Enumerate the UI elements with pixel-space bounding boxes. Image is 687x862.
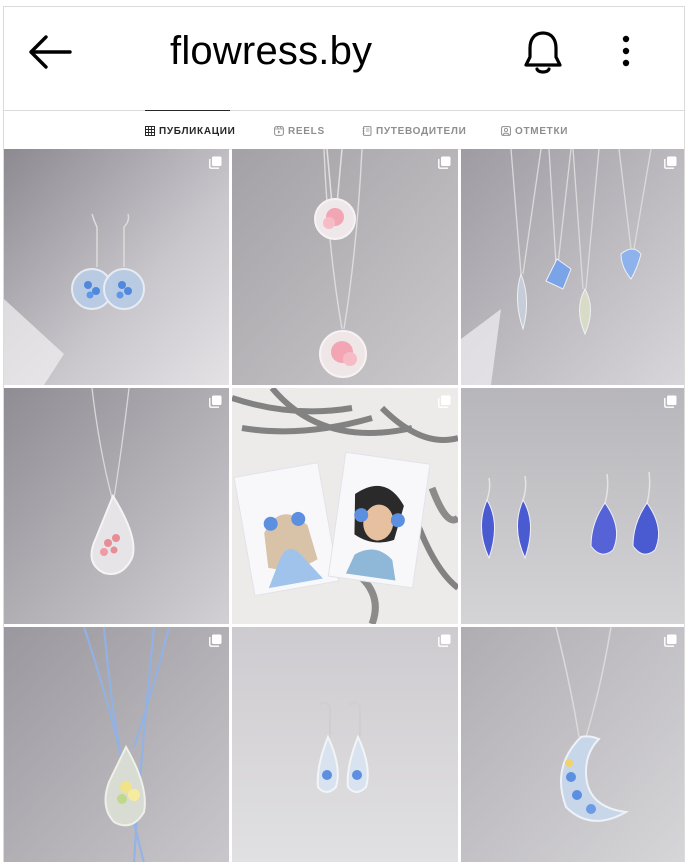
multi-photo-icon [438,395,451,408]
tab-reels[interactable]: REELS [274,123,325,139]
post-photo [4,149,229,385]
tab-label: ОТМЕТКИ [515,125,569,137]
post-photo [232,388,458,624]
post-photo [232,627,458,862]
multi-photo-icon [664,395,677,408]
profile-username: flowress.by [170,29,373,73]
tagged-icon [501,126,511,136]
post-photo [232,149,458,385]
back-button[interactable] [26,33,74,71]
grid-icon [145,126,155,136]
reels-icon [274,126,284,136]
multi-photo-icon [209,634,222,647]
profile-header: flowress.by [4,7,684,111]
post-photo [4,388,229,624]
more-vertical-icon [622,35,630,67]
multi-photo-icon [664,634,677,647]
more-options-button[interactable] [616,33,636,73]
multi-photo-icon [438,634,451,647]
guides-icon [362,126,372,136]
bell-icon [524,31,562,74]
post-tile[interactable] [232,388,458,624]
post-photo [461,388,684,624]
profile-screen: flowress.by ПУБЛИКАЦИИ REELS ПУТЕВОДИТЕЛ… [3,6,685,862]
multi-photo-icon [209,156,222,169]
arrow-left-icon [29,35,72,69]
tab-label: ПУБЛИКАЦИИ [159,125,236,137]
post-photo [461,627,684,862]
multi-photo-icon [664,156,677,169]
profile-tabs: ПУБЛИКАЦИИ REELS ПУТЕВОДИТЕЛИ ОТМЕТКИ [4,110,684,150]
post-tile[interactable] [461,627,684,862]
post-tile[interactable] [232,149,458,385]
post-tile[interactable] [4,388,229,624]
posts-grid [4,149,684,862]
post-photo [461,149,684,385]
post-tile[interactable] [461,149,684,385]
tab-label: ПУТЕВОДИТЕЛИ [376,125,467,137]
tab-guides[interactable]: ПУТЕВОДИТЕЛИ [362,123,467,139]
tab-tagged[interactable]: ОТМЕТКИ [501,123,568,139]
multi-photo-icon [209,395,222,408]
active-tab-indicator [145,110,230,111]
multi-photo-icon [438,156,451,169]
post-photo [4,627,229,862]
tab-publications[interactable]: ПУБЛИКАЦИИ [145,123,236,139]
tab-label: REELS [288,125,325,137]
notifications-button[interactable] [521,27,565,77]
post-tile[interactable] [4,149,229,385]
post-tile[interactable] [232,627,458,862]
post-tile[interactable] [4,627,229,862]
post-tile[interactable] [461,388,684,624]
